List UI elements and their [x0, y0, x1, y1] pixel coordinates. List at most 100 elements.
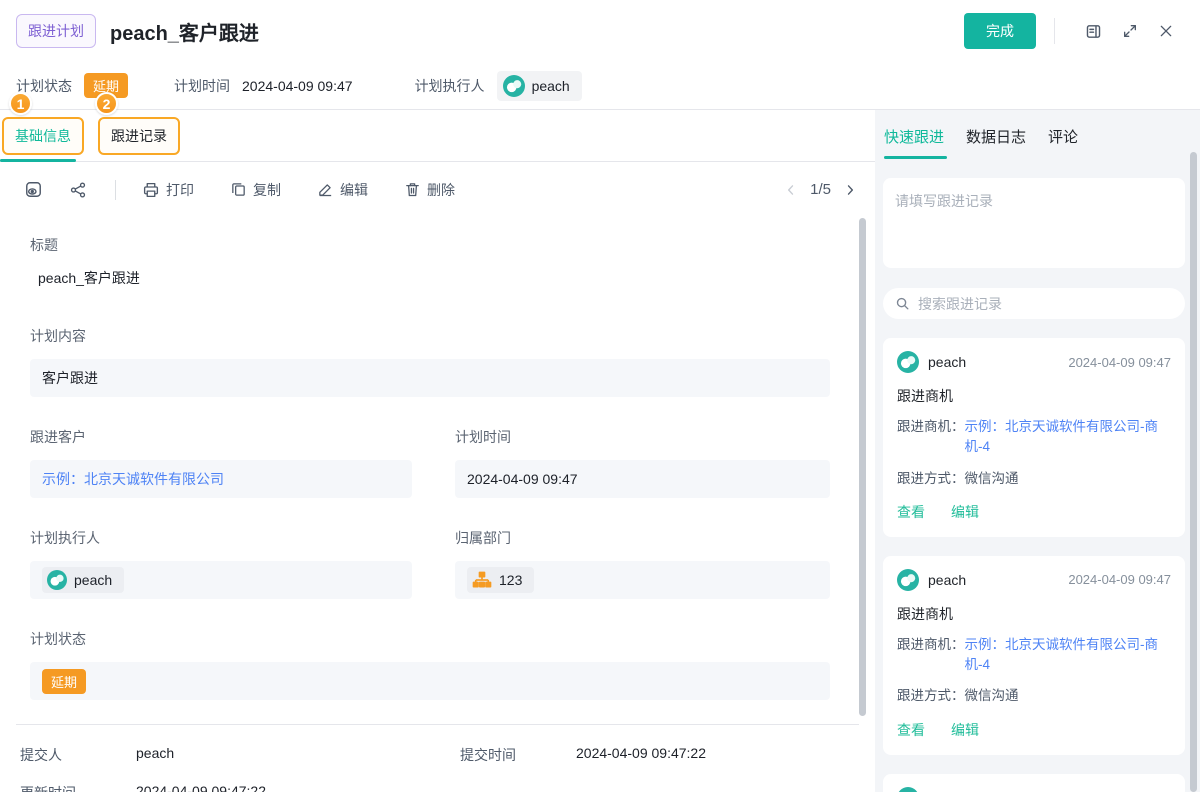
print-label: 打印 — [166, 181, 194, 198]
detail-form: 标题 peach_客户跟进 计划内容 客户跟进 跟进客户 示例：北京天诚软件有限… — [0, 217, 875, 700]
follow-record-card: peach 2024-04-09 09:47 客户跟进 — [883, 773, 1185, 792]
side-scrollbar[interactable] — [1190, 152, 1197, 792]
card-biz-label: 跟进商机： — [897, 636, 965, 652]
avatar — [897, 568, 919, 591]
delete-label: 删除 — [427, 181, 455, 198]
plan-time-label: 计划时间 — [174, 77, 231, 94]
submit-time-label: 提交时间 — [460, 747, 516, 763]
record-type-badge: 跟进计划 — [16, 14, 96, 48]
executor-chip: peach — [42, 567, 125, 593]
follow-record-card: peach 2024-04-09 09:47 跟进商机 跟进商机： 示例：北京天… — [883, 555, 1185, 755]
side-active-tab-underline — [884, 156, 947, 159]
chevron-right-icon[interactable] — [843, 183, 857, 197]
card-way-label: 跟进方式： — [897, 688, 965, 704]
side-panel: 快速跟进 数据日志 评论 peach 2024-04-09 09:47 跟进商机 — [875, 110, 1200, 792]
preview-icon[interactable] — [24, 180, 43, 199]
card-way-label: 跟进方式： — [897, 470, 965, 486]
expand-icon[interactable] — [1114, 19, 1146, 43]
tab-basic-info[interactable]: 基础信息 — [2, 116, 84, 155]
field-department-value: 123 — [455, 561, 830, 599]
tab-follow-records[interactable]: 跟进记录 — [98, 116, 180, 155]
copy-button[interactable]: 复制 — [230, 180, 281, 200]
main-scrollbar[interactable] — [859, 218, 866, 716]
field-content-value: 客户跟进 — [30, 359, 830, 397]
active-tab-underline — [0, 159, 76, 162]
tab-quick-follow[interactable]: 快速跟进 — [884, 126, 944, 147]
search-icon — [895, 296, 910, 311]
main-panel: 基础信息 跟进记录 打印 复制 编辑 删除 1/5 标题 peach_客户跟进 … — [0, 110, 875, 792]
update-time-value: 2024-04-09 09:47:22 — [136, 783, 266, 792]
card-way-value: 微信沟通 — [964, 470, 1019, 486]
card-title: 跟进商机 — [897, 388, 953, 404]
toolbar: 打印 复制 编辑 删除 1/5 — [0, 162, 875, 217]
delete-button[interactable]: 删除 — [404, 180, 455, 200]
field-content-label: 计划内容 — [30, 328, 86, 344]
record-pager: 1/5 — [784, 181, 857, 198]
card-title: 跟进商机 — [897, 605, 953, 622]
update-time-label: 更新时间 — [20, 783, 136, 792]
tab-comments[interactable]: 评论 — [1048, 126, 1078, 147]
follow-note-input[interactable] — [883, 178, 1185, 268]
field-title-label: 标题 — [30, 237, 58, 253]
annotation-badge-2: 2 — [95, 92, 118, 115]
share-icon[interactable] — [69, 181, 87, 199]
toolbar-divider — [115, 179, 116, 200]
field-customer-value: 示例：北京天诚软件有限公司 — [30, 460, 412, 498]
avatar — [897, 351, 919, 373]
executor-pill: peach — [496, 70, 582, 101]
page-title: peach_客户跟进 — [110, 22, 259, 45]
pager-count: 1/5 — [810, 181, 831, 198]
header-divider — [1054, 18, 1055, 44]
avatar — [897, 786, 919, 792]
card-edit-link[interactable]: 编辑 — [951, 502, 979, 522]
search-input[interactable] — [918, 295, 1173, 312]
card-user: peach — [928, 571, 967, 588]
annotation-badge-1: 1 — [9, 92, 32, 115]
submitter-link[interactable]: peach — [136, 745, 174, 765]
avatar — [47, 570, 67, 590]
field-plan-time-value: 2024-04-09 09:47 — [455, 460, 830, 498]
field-executor-value: peach — [30, 561, 412, 599]
main-tabs: 基础信息 跟进记录 — [0, 110, 875, 162]
follow-note-box — [883, 178, 1185, 268]
card-biz-link[interactable]: 示例：北京天诚软件有限公司-商机-4 — [965, 417, 1172, 458]
tab-data-log[interactable]: 数据日志 — [966, 126, 1026, 147]
finish-button[interactable]: 完成 — [964, 13, 1036, 49]
follow-record-card: peach 2024-04-09 09:47 跟进商机 跟进商机： 示例：北京天… — [883, 338, 1185, 537]
field-title-value: peach_客户跟进 — [38, 270, 140, 286]
edit-label: 编辑 — [340, 181, 368, 198]
copy-label: 复制 — [253, 181, 281, 198]
card-view-link[interactable]: 查看 — [897, 502, 925, 522]
executor-name: peach — [531, 77, 570, 94]
side-panel-icon[interactable] — [1077, 19, 1110, 44]
department-chip: 123 — [467, 567, 535, 593]
chevron-left-icon[interactable] — [784, 183, 798, 197]
card-user: peach — [928, 354, 967, 370]
status-bar: 计划状态 延期 计划时间 2024-04-09 09:47 计划执行人 peac… — [0, 62, 1200, 110]
card-time: 2024-04-09 09:47 — [1068, 572, 1171, 588]
header: 跟进计划 peach_客户跟进 完成 — [0, 0, 1200, 62]
card-way-value: 微信沟通 — [964, 688, 1019, 704]
card-biz-label: 跟进商机： — [897, 419, 965, 434]
customer-link[interactable]: 示例：北京天诚软件有限公司 — [42, 469, 224, 489]
avatar — [502, 74, 525, 97]
plan-time-value: 2024-04-09 09:47 — [242, 77, 353, 94]
card-view-link[interactable]: 查看 — [897, 720, 925, 740]
submitter-label: 提交人 — [20, 747, 62, 763]
close-icon[interactable] — [1150, 19, 1182, 43]
executor-label: 计划执行人 — [414, 77, 485, 94]
field-status-label: 计划状态 — [30, 631, 86, 647]
record-meta-footer: 提交人 peach 提交时间 2024-04-09 09:47:22 更新时间 … — [16, 724, 859, 792]
edit-button[interactable]: 编辑 — [317, 180, 368, 200]
executor-chip-name: peach — [74, 572, 113, 588]
department-name: 123 — [499, 572, 523, 588]
card-time: 2024-04-09 09:47 — [1068, 354, 1171, 370]
card-edit-link[interactable]: 编辑 — [951, 720, 979, 740]
field-executor-label: 计划执行人 — [30, 530, 100, 546]
field-customer-label: 跟进客户 — [30, 429, 86, 445]
submit-time-value: 2024-04-09 09:47:22 — [576, 745, 706, 761]
field-department-label: 归属部门 — [455, 530, 511, 546]
print-button[interactable]: 打印 — [142, 180, 194, 200]
card-biz-link[interactable]: 示例：北京天诚软件有限公司-商机-4 — [965, 635, 1172, 676]
org-chart-icon — [472, 570, 492, 590]
